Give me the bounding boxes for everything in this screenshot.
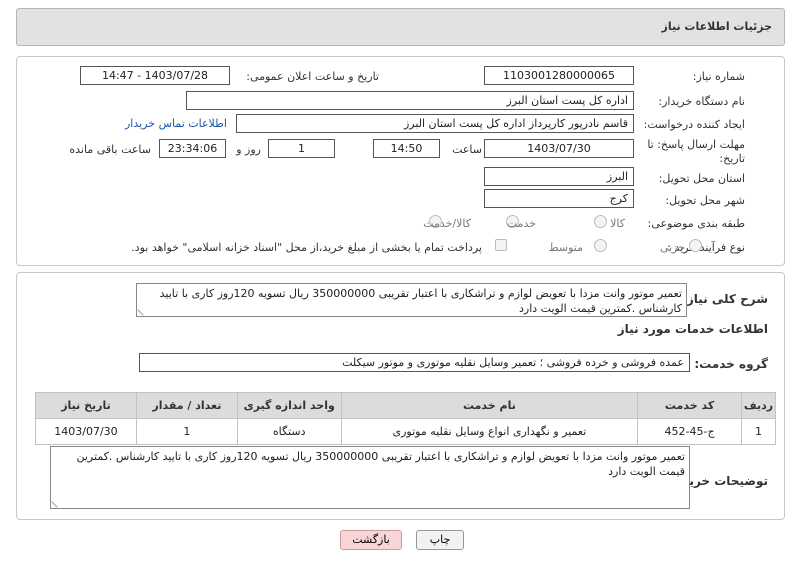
radio-minor[interactable]	[689, 239, 702, 252]
col-date-header: تاریخ نیاز	[35, 392, 137, 419]
title-panel: جزئیات اطلاعات نیاز	[16, 8, 785, 46]
cell-date: 1403/07/30	[35, 418, 137, 445]
radio-medium[interactable]	[594, 239, 607, 252]
buyer-notes-textarea[interactable]: تعمیر موتور وانت مزدا با تعویض لوازم و ت…	[50, 446, 690, 509]
time-label: ساعت	[452, 143, 482, 156]
service-group-label: گروه خدمت:	[694, 357, 768, 371]
resize-grip-icon[interactable]	[51, 496, 63, 508]
buyer-notes-text: تعمیر موتور وانت مزدا با تعویض لوازم و ت…	[76, 450, 686, 478]
col-row-header: ردیف	[741, 392, 776, 419]
need-number-label: شماره نیاز:	[692, 70, 745, 83]
cell-code: ج-45-452	[637, 418, 743, 445]
remaining-days-field: 1	[268, 139, 335, 158]
remaining-label: ساعت باقی مانده	[69, 143, 151, 156]
page-title: جزئیات اطلاعات نیاز	[661, 20, 773, 33]
announce-datetime-field: 1403/07/28 - 14:47	[80, 66, 230, 85]
days-label: روز و	[236, 143, 261, 156]
deadline-date-field: 1403/07/30	[484, 139, 634, 158]
table-header-row: ردیف کد خدمت نام خدمت واحد اندازه گیری ت…	[35, 392, 776, 419]
treasury-checkbox[interactable]	[495, 239, 507, 251]
buyer-contact-link[interactable]: اطلاعات تماس خریدار	[125, 117, 227, 130]
buyer-label: نام دستگاه خریدار:	[658, 95, 745, 108]
col-qty-header: تعداد / مقدار	[135, 392, 238, 419]
col-name-header: نام خدمت	[340, 392, 639, 419]
col-code-header: کد خدمت	[637, 392, 743, 419]
print-button[interactable]: چاپ	[416, 530, 464, 550]
cell-unit: دستگاه	[236, 418, 342, 445]
radio-goods-service-label: کالا/خدمت	[423, 217, 471, 230]
radio-medium-label: متوسط	[548, 241, 583, 254]
need-info-panel	[16, 56, 785, 266]
radio-minor-label: جزیی	[659, 241, 685, 254]
cell-qty: 1	[135, 418, 238, 445]
need-number-field: 1103001280000065	[484, 66, 634, 85]
category-label: طبقه بندی موضوعی:	[647, 217, 745, 230]
col-unit-header: واحد اندازه گیری	[236, 392, 342, 419]
province-field: البرز	[484, 167, 634, 186]
payment-note: پرداخت تمام یا بخشی از مبلغ خرید،از محل …	[131, 241, 482, 254]
services-table: ردیف کد خدمت نام خدمت واحد اندازه گیری ت…	[35, 392, 776, 445]
deadline-time-field: 14:50	[373, 139, 440, 158]
cell-name: تعمیر و نگهداری انواع وسایل نقلیه موتوری	[340, 418, 639, 445]
buyer-field: اداره کل پست استان البرز	[186, 91, 634, 110]
creator-label: ایجاد کننده درخواست:	[643, 118, 745, 131]
province-label: استان محل تحویل:	[658, 172, 745, 185]
announce-label: تاریخ و ساعت اعلان عمومی:	[246, 70, 379, 83]
city-field: کرج	[484, 189, 634, 208]
city-label: شهر محل تحویل:	[665, 194, 745, 207]
deadline-label: مهلت ارسال پاسخ: تا	[647, 138, 745, 151]
radio-goods-label: کالا	[610, 217, 625, 230]
cell-row: 1	[741, 418, 776, 445]
back-button[interactable]: بازگشت	[340, 530, 402, 550]
description-textarea[interactable]: تعمیر موتور وانت مزدا با تعویض لوازم و ت…	[136, 283, 687, 317]
remaining-time-field: 23:34:06	[159, 139, 226, 158]
resize-grip-icon[interactable]	[137, 304, 149, 316]
deadline-date-label: تاریخ:	[719, 152, 745, 165]
description-text: تعمیر موتور وانت مزدا با تعویض لوازم و ت…	[159, 287, 682, 315]
description-label: شرح کلی نیاز:	[682, 292, 768, 306]
service-group-field: عمده فروشی و خرده فروشی ؛ تعمیر وسایل نق…	[139, 353, 690, 372]
creator-field: قاسم نادرپور کارپرداز اداره کل پست استان…	[236, 114, 634, 133]
radio-service-label: خدمت	[506, 217, 536, 230]
services-section-title: اطلاعات خدمات مورد نیاز	[617, 322, 768, 336]
table-row: 1 ج-45-452 تعمیر و نگهداری انواع وسایل ن…	[35, 418, 776, 445]
radio-goods[interactable]	[594, 215, 607, 228]
